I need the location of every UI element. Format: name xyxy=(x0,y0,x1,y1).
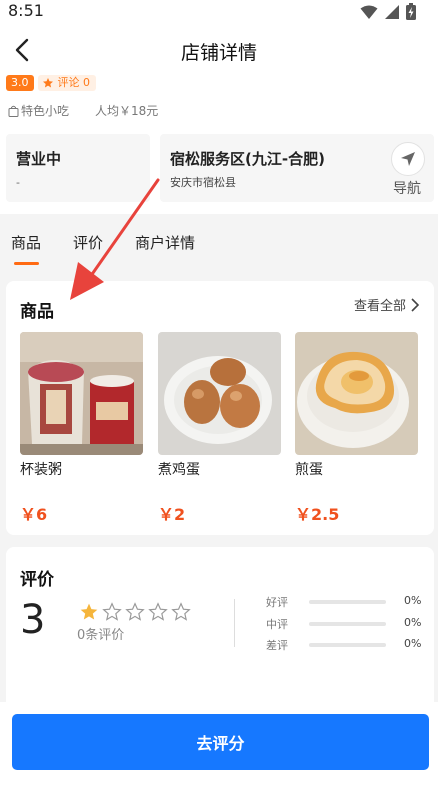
star-icon xyxy=(42,78,53,88)
product-price: ￥2 xyxy=(158,505,186,524)
signal-icon xyxy=(385,4,399,19)
tab-bar: 商品 评价 商户详情 xyxy=(0,222,438,270)
average-price: 人均￥18元 xyxy=(95,104,159,118)
tab-reviews[interactable]: 评价 xyxy=(73,232,103,253)
star-empty-icon xyxy=(125,602,145,621)
product-image-porridge xyxy=(20,332,143,455)
tab-merchant-details[interactable]: 商户详情 xyxy=(135,232,195,253)
status-bar: 8:51 xyxy=(0,0,438,24)
active-tab-indicator xyxy=(14,262,39,265)
store-meta: 特色小吃 人均￥18元 xyxy=(8,102,158,119)
boiled-eggs-image xyxy=(158,332,281,455)
navigation-arrow-icon xyxy=(401,152,415,166)
distribution-label: 好评 xyxy=(266,596,288,609)
category-label: 特色小吃 xyxy=(21,104,70,118)
review-count-label: 评论 0 xyxy=(57,76,91,89)
product-name: 杯装粥 xyxy=(20,462,62,478)
page-title: 店铺详情 xyxy=(180,42,257,64)
status-time: 8:51 xyxy=(8,1,44,20)
product-price: ￥6 xyxy=(20,505,48,524)
business-hours: - xyxy=(16,176,20,189)
review-count: 0条评价 xyxy=(77,628,125,643)
fried-egg-image xyxy=(295,332,418,455)
distribution-percent: 0% xyxy=(404,616,422,629)
navigate-label: 导航 xyxy=(393,181,421,197)
review-count-pill[interactable]: 评论 0 xyxy=(37,75,96,91)
address-name: 宿松服务区(九江-合肥) xyxy=(170,150,325,168)
star-empty-icon xyxy=(148,602,168,621)
distribution-row: 好评 0% xyxy=(266,594,426,612)
goods-title: 商品 xyxy=(20,302,54,322)
porridge-cup-image xyxy=(20,332,143,455)
star-filled-icon xyxy=(80,603,98,620)
reviews-title: 评价 xyxy=(20,570,54,590)
distribution-row: 中评 0% xyxy=(266,616,426,634)
category: 特色小吃 xyxy=(8,102,69,119)
distribution-bar xyxy=(309,622,386,626)
distribution-percent: 0% xyxy=(404,637,422,650)
distribution-bar xyxy=(309,600,386,604)
navigation-circle xyxy=(391,142,425,176)
address-card[interactable]: 宿松服务区(九江-合肥) 安庆市宿松县 导航 xyxy=(160,134,434,202)
product-item[interactable]: 煎蛋 ￥2.5 xyxy=(295,332,418,525)
view-all-link[interactable]: 查看全部 xyxy=(354,295,420,314)
product-item[interactable]: 煮鸡蛋 ￥2 xyxy=(158,332,281,525)
bottom-action-bar: 去评分 xyxy=(0,702,438,786)
battery-icon xyxy=(406,3,416,20)
distribution-label: 差评 xyxy=(266,639,288,652)
status-icons xyxy=(360,3,416,20)
product-name: 煎蛋 xyxy=(295,462,323,478)
store-header: 3.0 评论 0 特色小吃 人均￥18元 营业中 - 宿松服务区(九江-合肥) … xyxy=(0,74,438,214)
tab-goods[interactable]: 商品 xyxy=(11,232,41,253)
distribution-row: 差评 0% xyxy=(266,637,426,655)
star-rating xyxy=(79,602,191,622)
rate-button[interactable]: 去评分 xyxy=(12,714,429,770)
distribution-percent: 0% xyxy=(404,594,422,607)
distribution-bar xyxy=(309,643,386,647)
business-hours-card: 营业中 - xyxy=(6,134,150,202)
score-badge: 3.0 xyxy=(6,75,34,91)
star-empty-icon xyxy=(102,602,122,621)
view-all-label: 查看全部 xyxy=(353,299,406,314)
address-detail: 安庆市宿松县 xyxy=(170,176,236,189)
distribution-label: 中评 xyxy=(266,618,288,631)
reviews-section: 评价 3 0条评价 好评 0% 中评 0% 差评 0% xyxy=(6,547,434,719)
star-empty-icon xyxy=(171,602,191,621)
chevron-right-icon xyxy=(411,297,420,312)
overall-score: 3 xyxy=(20,597,46,643)
navigate-button[interactable]: 导航 xyxy=(390,142,426,198)
wifi-icon xyxy=(360,5,378,19)
product-image-fried-egg xyxy=(295,332,418,455)
rating-summary: 3.0 评论 0 xyxy=(6,74,96,92)
divider xyxy=(234,599,235,647)
shop-bag-icon xyxy=(8,105,19,117)
product-price: ￥2.5 xyxy=(295,505,340,524)
product-item[interactable]: 杯装粥 ￥6 xyxy=(20,332,143,525)
product-image-boiled-egg xyxy=(158,332,281,455)
goods-section: 商品 查看全部 杯装粥 ￥6 煮鸡蛋 ￥2 煎蛋 ￥2.5 xyxy=(6,281,434,535)
navigation-bar: 店铺详情 xyxy=(0,24,438,76)
product-name: 煮鸡蛋 xyxy=(158,462,200,478)
business-status: 营业中 xyxy=(16,150,62,168)
